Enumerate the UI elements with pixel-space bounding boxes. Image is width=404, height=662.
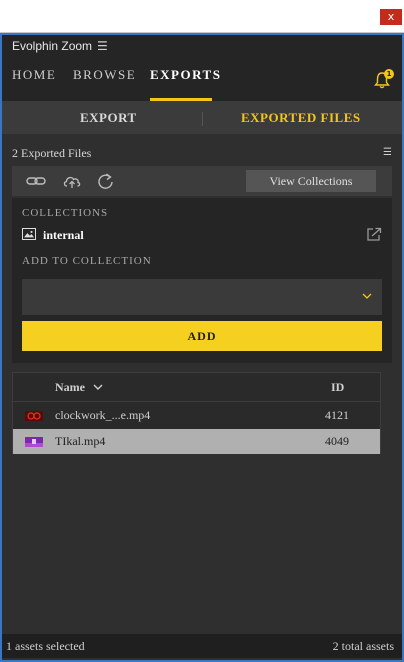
file-id: 4049 — [325, 434, 349, 448]
files-bar: 2 Exported Files ☰ — [2, 139, 402, 165]
table-header: Name ID — [13, 373, 380, 402]
image-icon — [22, 228, 36, 240]
collection-name: internal — [43, 228, 84, 242]
column-header-name[interactable]: Name — [55, 380, 85, 395]
nav-browse[interactable]: BROWSE — [73, 67, 136, 83]
chevron-down-icon — [362, 293, 372, 299]
brand-title: Evolphin Zoom — [12, 39, 93, 53]
tab-exported-files[interactable]: EXPORTED FILES — [241, 110, 361, 126]
window-close-button[interactable]: x — [380, 9, 402, 25]
view-collections-button[interactable]: View Collections — [246, 170, 376, 192]
refresh-icon[interactable] — [96, 172, 116, 190]
window-titlebar: x — [0, 0, 404, 33]
tab-export[interactable]: EXPORT — [80, 110, 137, 126]
app-panel: Evolphin Zoom ☰ HOME BROWSE EXPORTS 1 EX… — [2, 35, 402, 660]
selected-count: 1 assets selected — [6, 639, 85, 653]
collections-heading: COLLECTIONS — [22, 207, 109, 219]
notification-badge: 1 — [384, 69, 394, 79]
file-name: clockwork_...e.mp4 — [55, 408, 151, 422]
external-link-icon[interactable] — [366, 227, 382, 241]
cloud-upload-icon[interactable] — [62, 172, 82, 190]
exported-files-count: 2 Exported Files — [12, 146, 92, 160]
sort-chevron-icon[interactable] — [93, 383, 103, 391]
subtab-divider — [202, 112, 203, 126]
collection-select[interactable] — [22, 279, 382, 315]
table-row[interactable]: TIkal.mp4 4049 — [13, 429, 380, 454]
collection-item[interactable]: internal — [22, 227, 382, 243]
add-to-collection-heading: ADD TO COLLECTION — [22, 255, 152, 267]
column-header-id[interactable]: ID — [331, 380, 344, 395]
toolbar: View Collections — [12, 166, 392, 196]
subtabs: EXPORT EXPORTED FILES — [2, 101, 402, 134]
add-button[interactable]: ADD — [22, 321, 382, 351]
file-name: TIkal.mp4 — [55, 434, 106, 448]
video-thumbnail — [25, 437, 43, 447]
collections-panel: COLLECTIONS internal ADD TO COLLECTION A… — [12, 198, 392, 363]
video-thumbnail — [25, 411, 43, 421]
total-count: 2 total assets — [332, 639, 394, 653]
app-header: Evolphin Zoom ☰ HOME BROWSE EXPORTS 1 — [2, 35, 402, 101]
hamburger-icon[interactable]: ☰ — [97, 39, 108, 53]
files-table: Name ID clockwork_...e.mp4 4121 TIkal.mp… — [12, 372, 381, 454]
nav-exports[interactable]: EXPORTS — [150, 67, 221, 83]
file-id: 4121 — [325, 408, 349, 422]
list-menu-icon[interactable]: ☰ — [383, 147, 392, 158]
status-footer: 1 assets selected 2 total assets — [2, 634, 402, 658]
link-icon[interactable] — [26, 172, 46, 190]
table-row[interactable]: clockwork_...e.mp4 4121 — [13, 403, 380, 428]
nav-home[interactable]: HOME — [12, 67, 56, 83]
